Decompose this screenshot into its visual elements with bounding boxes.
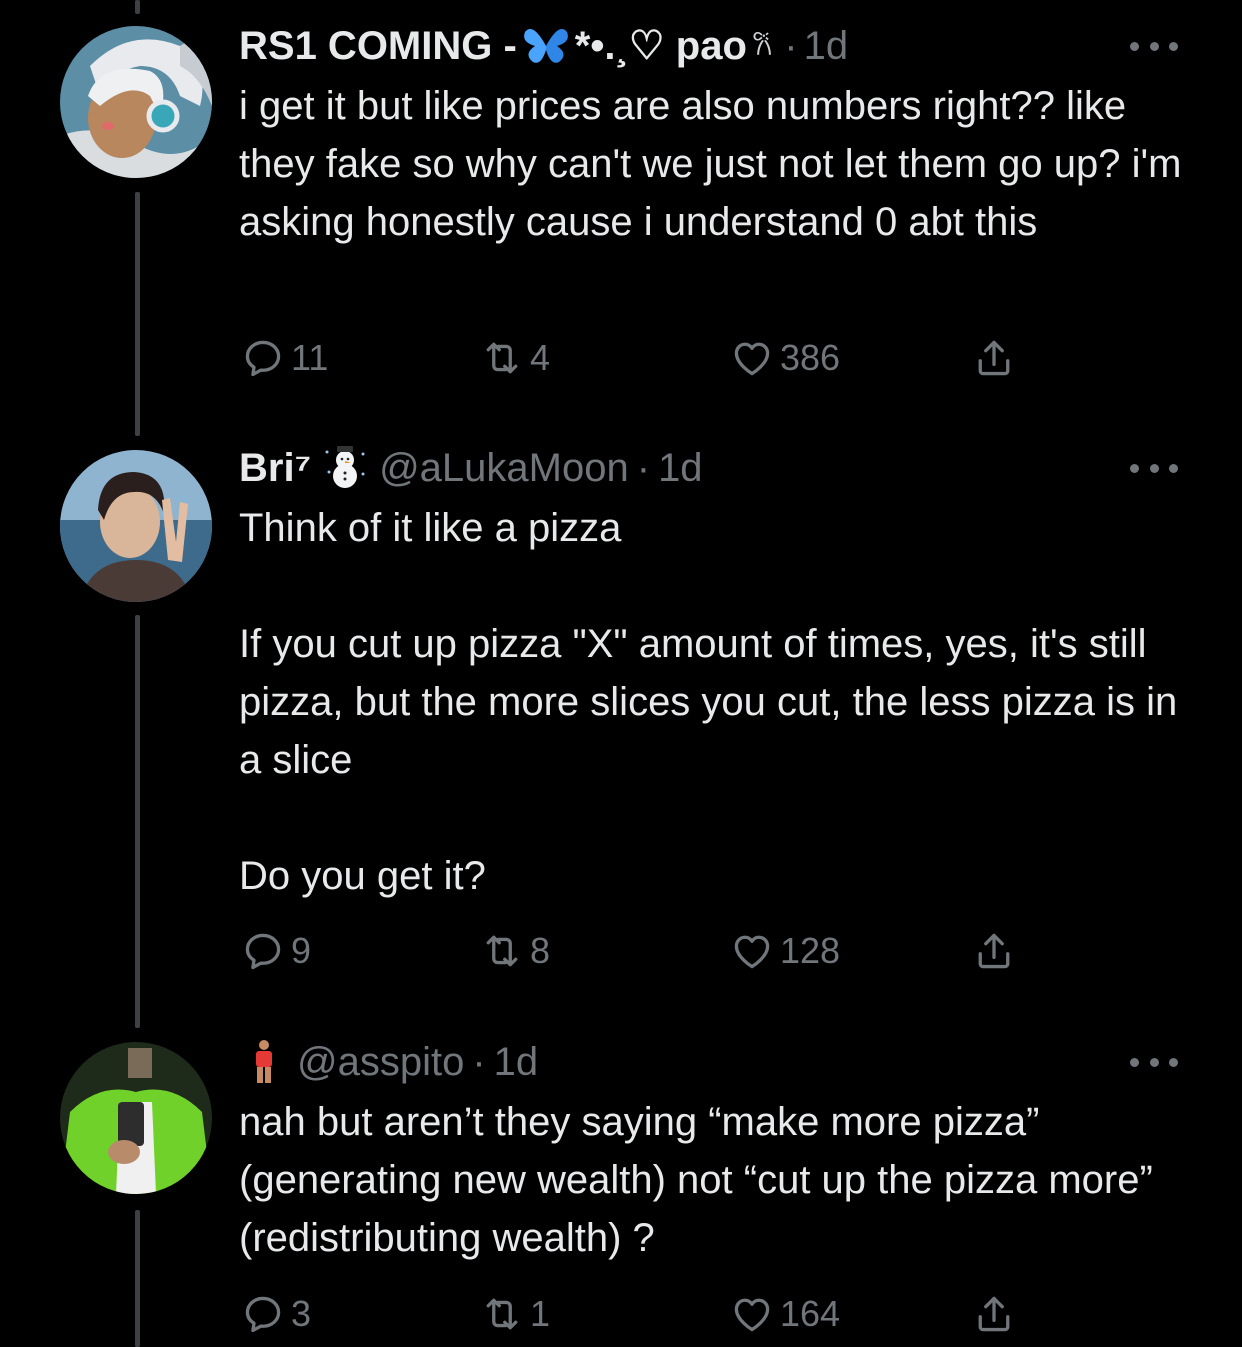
tweet-actions: 11 4 386	[0, 333, 1242, 383]
tweet-text-content: Think of it like a pizza If you cut up p…	[239, 506, 1178, 898]
reply-button[interactable]: 3	[241, 1289, 311, 1339]
share-icon	[978, 1296, 1010, 1332]
tweet-text: i get it but like prices are also number…	[239, 77, 1199, 251]
separator-dot: ·	[636, 446, 651, 490]
share-icon	[978, 933, 1010, 969]
display-name[interactable]: Bri⁷	[239, 438, 311, 498]
more-icon[interactable]	[1130, 38, 1178, 54]
tweet-header: RS1 COMING - *•.¸♡ pao 𐙚 · 1d	[239, 16, 848, 76]
thread-line-top	[135, 0, 140, 14]
reply-icon	[245, 1296, 281, 1333]
tweet-text: Think of it like a pizza If you cut up p…	[239, 499, 1199, 905]
reply-count: 9	[291, 930, 312, 971]
snowman-emoji-icon	[321, 444, 369, 492]
reply-icon	[245, 933, 281, 970]
reply-icon	[245, 340, 281, 377]
avatar[interactable]	[60, 450, 212, 602]
sparkle-emoji: 𐙚	[752, 30, 773, 61]
display-name-suffix[interactable]: *•.¸♡ pao	[575, 16, 747, 76]
reply-button[interactable]: 9	[241, 926, 311, 976]
reply-count: 3	[291, 1293, 312, 1334]
like-button[interactable]: 164	[730, 1289, 840, 1339]
butterfly-emoji-icon	[523, 26, 569, 66]
timestamp[interactable]: 1d	[804, 16, 849, 76]
like-count: 164	[780, 1293, 841, 1334]
retweet-icon	[486, 342, 518, 374]
tweet-text-content: i get it but like prices are also number…	[239, 84, 1193, 244]
retweet-count: 8	[530, 930, 551, 971]
avatar-photo-icon	[60, 1042, 212, 1194]
more-icon[interactable]	[1130, 1054, 1178, 1070]
reply-button[interactable]: 11	[241, 333, 328, 383]
separator-dot: ·	[784, 24, 798, 68]
user-handle[interactable]: @aLukaMoon	[379, 438, 629, 498]
tweet-header: Bri⁷ @aLukaMoon · 1d	[239, 438, 703, 498]
heart-icon	[734, 935, 770, 969]
like-count: 128	[780, 930, 841, 971]
display-name[interactable]: RS1 COMING -	[239, 16, 517, 76]
heart-icon	[734, 342, 770, 376]
more-icon[interactable]	[1130, 460, 1178, 476]
avatar[interactable]	[60, 26, 212, 178]
retweet-count: 4	[530, 337, 551, 378]
avatar-photo-icon	[60, 450, 212, 602]
heart-icon	[734, 1298, 770, 1332]
avatar-illustration-icon	[60, 26, 212, 178]
share-button[interactable]	[972, 333, 1022, 383]
share-button[interactable]	[972, 926, 1022, 976]
thread-line-1	[135, 192, 140, 436]
user-handle[interactable]: @asspito	[297, 1032, 464, 1092]
person-emoji-icon	[253, 1039, 275, 1085]
reply-count: 11	[291, 337, 329, 378]
retweet-button[interactable]: 4	[480, 333, 550, 383]
retweet-icon	[486, 1298, 518, 1330]
tweet-text: nah but aren’t they saying “make more pi…	[239, 1093, 1199, 1267]
tweet-actions: 3 1 164	[0, 1289, 1242, 1339]
retweet-icon	[486, 935, 518, 967]
tweet-actions: 9 8 128	[0, 926, 1242, 976]
retweet-button[interactable]: 1	[480, 1289, 550, 1339]
share-icon	[978, 340, 1010, 376]
separator-dot: ·	[472, 1040, 486, 1084]
like-button[interactable]: 128	[730, 926, 840, 976]
avatar[interactable]	[60, 1042, 212, 1194]
retweet-button[interactable]: 8	[480, 926, 550, 976]
retweet-count: 1	[530, 1293, 551, 1334]
like-count: 386	[780, 337, 841, 378]
tweet-text-content: nah but aren’t they saying “make more pi…	[239, 1100, 1164, 1260]
share-button[interactable]	[972, 1289, 1022, 1339]
timestamp[interactable]: 1d	[494, 1032, 539, 1092]
timestamp[interactable]: 1d	[658, 438, 703, 498]
tweet-header: @asspito · 1d	[239, 1032, 538, 1092]
like-button[interactable]: 386	[730, 333, 840, 383]
